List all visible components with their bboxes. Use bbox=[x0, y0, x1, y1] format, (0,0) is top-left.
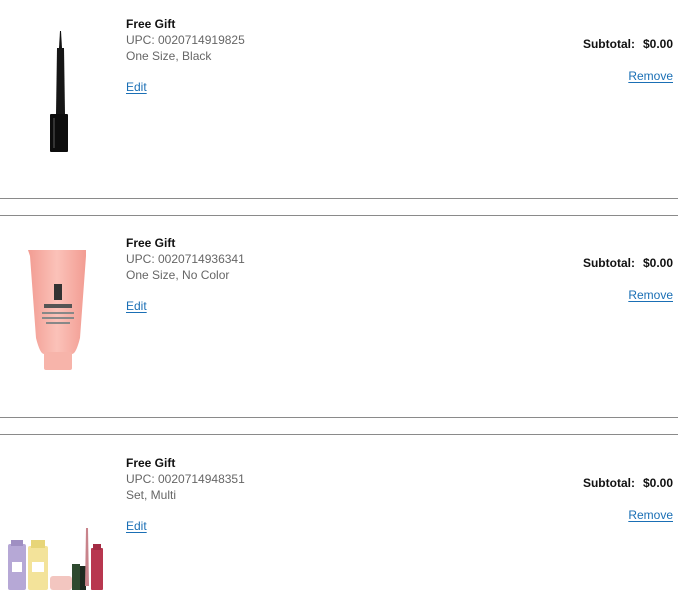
remove-link[interactable]: Remove bbox=[628, 508, 673, 522]
pink-tube-image bbox=[28, 250, 86, 370]
item-variant: Set, Multi bbox=[126, 488, 177, 502]
divider bbox=[0, 434, 678, 435]
subtotal-value: $0.00 bbox=[642, 37, 673, 51]
edit-link[interactable]: Edit bbox=[126, 519, 147, 533]
subtotal-label: Subtotal: bbox=[582, 37, 635, 51]
divider bbox=[0, 198, 678, 199]
remove-link[interactable]: Remove bbox=[628, 288, 673, 302]
item-title: Free Gift bbox=[126, 17, 176, 31]
item-title: Free Gift bbox=[126, 236, 176, 250]
gift-set-image bbox=[8, 528, 103, 590]
item-upc: UPC: 0020714919825 bbox=[126, 33, 245, 47]
item-subtotal: Subtotal: $0.00 bbox=[583, 37, 673, 51]
edit-link[interactable]: Edit bbox=[126, 80, 147, 94]
item-upc: UPC: 0020714936341 bbox=[126, 252, 245, 266]
item-upc: UPC: 0020714948351 bbox=[126, 472, 245, 486]
subtotal-value: $0.00 bbox=[642, 476, 673, 490]
subtotal-label: Subtotal: bbox=[582, 256, 635, 270]
item-subtotal: Subtotal: $0.00 bbox=[583, 256, 673, 270]
subtotal-value: $0.00 bbox=[642, 256, 673, 270]
divider bbox=[0, 215, 678, 216]
item-variant: One Size, Black bbox=[126, 49, 212, 63]
item-variant: One Size, No Color bbox=[126, 268, 230, 282]
divider bbox=[0, 417, 678, 418]
item-title: Free Gift bbox=[126, 456, 176, 470]
item-subtotal: Subtotal: $0.00 bbox=[583, 476, 673, 490]
subtotal-label: Subtotal: bbox=[582, 476, 635, 490]
eyeliner-pen-image bbox=[50, 31, 68, 152]
edit-link[interactable]: Edit bbox=[126, 299, 147, 313]
remove-link[interactable]: Remove bbox=[628, 69, 673, 83]
